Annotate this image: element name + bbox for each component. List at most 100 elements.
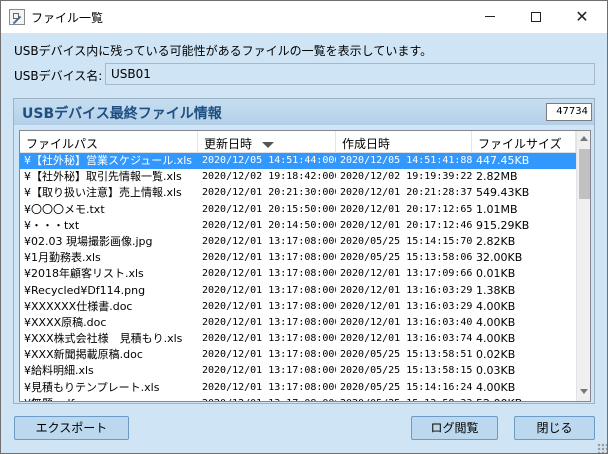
- cell-modified: 2020/12/01 13:17:08:000: [202, 235, 336, 247]
- cell-modified: 2020/12/01 13:17:08:000: [202, 252, 336, 264]
- cell-size: 52.00KB: [472, 396, 576, 401]
- table-row[interactable]: ¥1月勤務表.xls 2020/12/01 13:17:08:000 2020/05…: [20, 250, 576, 266]
- cell-modified: 2020/12/02 19:18:42:000: [202, 171, 336, 183]
- table-row[interactable]: ¥給料明細.xls 2020/12/01 13:17:08:000 2020/05/…: [20, 363, 576, 379]
- scroll-up-icon[interactable]: [580, 136, 588, 141]
- cell-created: 2020/12/01 13:16:03:290: [340, 300, 472, 312]
- cell-path: ¥【取り扱い注意】売上情報.xls: [24, 186, 182, 200]
- description-text: USBデバイス内に残っている可能性があるファイルの一覧を表示しています。: [14, 44, 433, 58]
- resize-grip-icon[interactable]: [597, 443, 607, 453]
- minimize-button[interactable]: [467, 1, 513, 32]
- cell-modified: 2020/12/01 13:17:08:000: [202, 268, 336, 280]
- sort-descending-icon: [262, 141, 275, 148]
- file-list-icon: [9, 9, 25, 25]
- vertical-scrollbar[interactable]: [576, 131, 590, 401]
- table-row[interactable]: ¥見積もりテンプレート.xls 2020/12/01 13:17:08:000 20…: [20, 380, 576, 396]
- table-row[interactable]: ¥2018年顧客リスト.xls 2020/12/01 13:17:08:000 20…: [20, 266, 576, 282]
- cell-path: ¥XXX株式会社様 見積もり.xls: [24, 332, 183, 346]
- panel-header: USBデバイス最終ファイル情報 47734: [14, 99, 594, 125]
- cell-size: 549.43KB: [476, 186, 530, 200]
- table-row[interactable]: ¥【社外秘】営業スケジュール.xls 2020/12/05 14:51:44:00…: [20, 153, 576, 170]
- table-row[interactable]: ¥【取り扱い注意】売上情報.xls 2020/12/01 20:21:30:000…: [20, 185, 576, 201]
- minimize-icon: [485, 16, 495, 17]
- close-window-button[interactable]: ✕: [559, 1, 605, 32]
- cell-modified: 2020/12/05 14:51:44:000: [202, 155, 336, 166]
- device-name-field: USB01: [105, 63, 595, 85]
- cell-modified: 2020/12/01 13:17:08:000: [202, 365, 336, 377]
- column-header-created[interactable]: 作成日時: [336, 131, 472, 153]
- window-title: ファイル一覧: [31, 11, 104, 25]
- cell-path: ¥XXX新聞掲載原稿.doc: [24, 348, 143, 362]
- export-button[interactable]: エクスポート: [14, 416, 129, 440]
- cell-created: 2020/05/25 15:13:58:330: [336, 396, 472, 401]
- column-header-modified[interactable]: 更新日時: [198, 131, 336, 153]
- cell-modified: 2020/12/01 13:17:08:000: [202, 349, 336, 361]
- file-grid[interactable]: ファイルパス 更新日時 作成日時 ファイルサイズ ¥【社外秘】営業スケジュール.…: [19, 130, 591, 402]
- cell-created: 2020/05/25 15:13:58:150: [340, 365, 472, 377]
- cell-created: 2020/12/02 19:19:39:220: [340, 171, 472, 183]
- table-row[interactable]: ¥XXXXXX仕様書.doc 2020/12/01 13:17:08:000 202…: [20, 299, 576, 315]
- device-name-label: USBデバイス名:: [14, 69, 103, 83]
- cell-size: 447.45KB: [476, 154, 530, 167]
- close-button[interactable]: 閉じる: [514, 416, 595, 440]
- cell-size: 0.03KB: [476, 364, 516, 378]
- cell-path: ¥XXXX原稿.doc: [24, 315, 107, 329]
- cell-created: 2020/12/05 14:51:41:880: [340, 155, 472, 166]
- cell-created: 2020/12/01 20:17:12:460: [340, 219, 472, 231]
- cell-size: 1.38KB: [476, 283, 516, 297]
- cell-modified: 2020/12/01 13:17:08:000: [198, 396, 336, 401]
- panel-title: USBデバイス最終ファイル情報: [22, 106, 222, 122]
- cell-size: 32.00KB: [476, 251, 523, 265]
- cell-size: 2.82KB: [476, 234, 516, 248]
- maximize-button[interactable]: [513, 1, 559, 32]
- table-row[interactable]: ¥02.03 現場撮影画像.jpg 2020/12/01 13:17:08:000…: [20, 234, 576, 250]
- cell-size: 4.00KB: [476, 315, 516, 329]
- close-icon: ✕: [575, 6, 589, 26]
- grid-rows: ¥【社外秘】営業スケジュール.xls 2020/12/05 14:51:44:00…: [20, 153, 576, 401]
- table-row[interactable]: ¥【社外秘】取引先情報一覧.xls 2020/12/02 19:18:42:000…: [20, 169, 576, 185]
- cell-modified: 2020/12/01 20:21:30:000: [202, 187, 336, 199]
- column-header-label: ファイルパス: [26, 137, 99, 151]
- cell-created: 2020/05/25 15:13:58:060: [340, 252, 472, 264]
- table-row[interactable]: ¥無題.pdf2020/12/01 13:17:08:0002020/05/25…: [20, 396, 576, 401]
- table-row[interactable]: ¥Recycled¥Df114.png 2020/12/01 13:17:08:0…: [20, 283, 576, 299]
- table-row[interactable]: ¥XXX新聞掲載原稿.doc 2020/12/01 13:17:08:000 202…: [20, 347, 576, 363]
- column-header-size[interactable]: ファイルサイズ: [472, 131, 576, 153]
- cell-path: ¥無題.pdf: [20, 396, 198, 401]
- cell-created: 2020/12/01 13:16:03:290: [340, 284, 472, 296]
- table-row[interactable]: ¥〇〇〇メモ.txt 2020/12/01 20:15:50:000 2020/12…: [20, 202, 576, 218]
- cell-modified: 2020/12/01 13:17:08:000: [202, 284, 336, 296]
- cell-size: 2.82MB: [476, 170, 518, 184]
- cell-path: ¥Recycled¥Df114.png: [24, 283, 146, 297]
- cell-size: 4.00KB: [476, 299, 516, 313]
- scroll-thumb[interactable]: [579, 149, 590, 199]
- cell-modified: 2020/12/01 20:14:50:000: [202, 219, 336, 231]
- cell-size: 0.01KB: [476, 267, 516, 281]
- cell-path: ¥〇〇〇メモ.txt: [24, 202, 105, 216]
- cell-created: 2020/12/01 13:17:09:660: [340, 268, 472, 280]
- cell-created: 2020/05/25 15:14:15:700: [340, 235, 472, 247]
- cell-path: ¥給料明細.xls: [24, 364, 94, 378]
- cell-path: ¥2018年顧客リスト.xls: [24, 267, 144, 281]
- cell-modified: 2020/12/01 13:17:08:000: [202, 300, 336, 312]
- cell-modified: 2020/12/01 20:15:50:000: [202, 203, 336, 215]
- log-view-button[interactable]: ログ閲覧: [411, 416, 498, 440]
- cell-path: ¥02.03 現場撮影画像.jpg: [24, 234, 153, 248]
- cell-size: 915.29KB: [476, 218, 530, 232]
- cell-created: 2020/12/01 20:21:28:370: [340, 187, 472, 199]
- cell-path: ¥【社外秘】取引先情報一覧.xls: [24, 170, 182, 184]
- table-row[interactable]: ¥・・・txt 2020/12/01 20:14:50:000 2020/12/01…: [20, 218, 576, 234]
- table-row[interactable]: ¥XXX株式会社様 見積もり.xls 2020/12/01 13:17:08:00…: [20, 331, 576, 347]
- table-row[interactable]: ¥XXXX原稿.doc 2020/12/01 13:17:08:000 2020/1…: [20, 315, 576, 331]
- file-list-window: ファイル一覧 ✕ USBデバイス内に残っている可能性があるファイルの一覧を表示し…: [0, 0, 608, 454]
- cell-size: 4.00KB: [476, 332, 516, 346]
- scroll-down-icon[interactable]: [580, 389, 588, 394]
- cell-size: 4.00KB: [476, 380, 516, 394]
- file-count-badge: 47734: [546, 103, 592, 121]
- cell-path: ¥XXXXXX仕様書.doc: [24, 299, 133, 313]
- column-header-path[interactable]: ファイルパス: [20, 131, 198, 153]
- title-bar[interactable]: ファイル一覧 ✕: [1, 1, 607, 33]
- cell-path: ¥1月勤務表.xls: [24, 251, 101, 265]
- cell-created: 2020/05/25 15:14:16:240: [340, 381, 472, 393]
- cell-created: 2020/05/25 15:13:58:510: [340, 349, 472, 361]
